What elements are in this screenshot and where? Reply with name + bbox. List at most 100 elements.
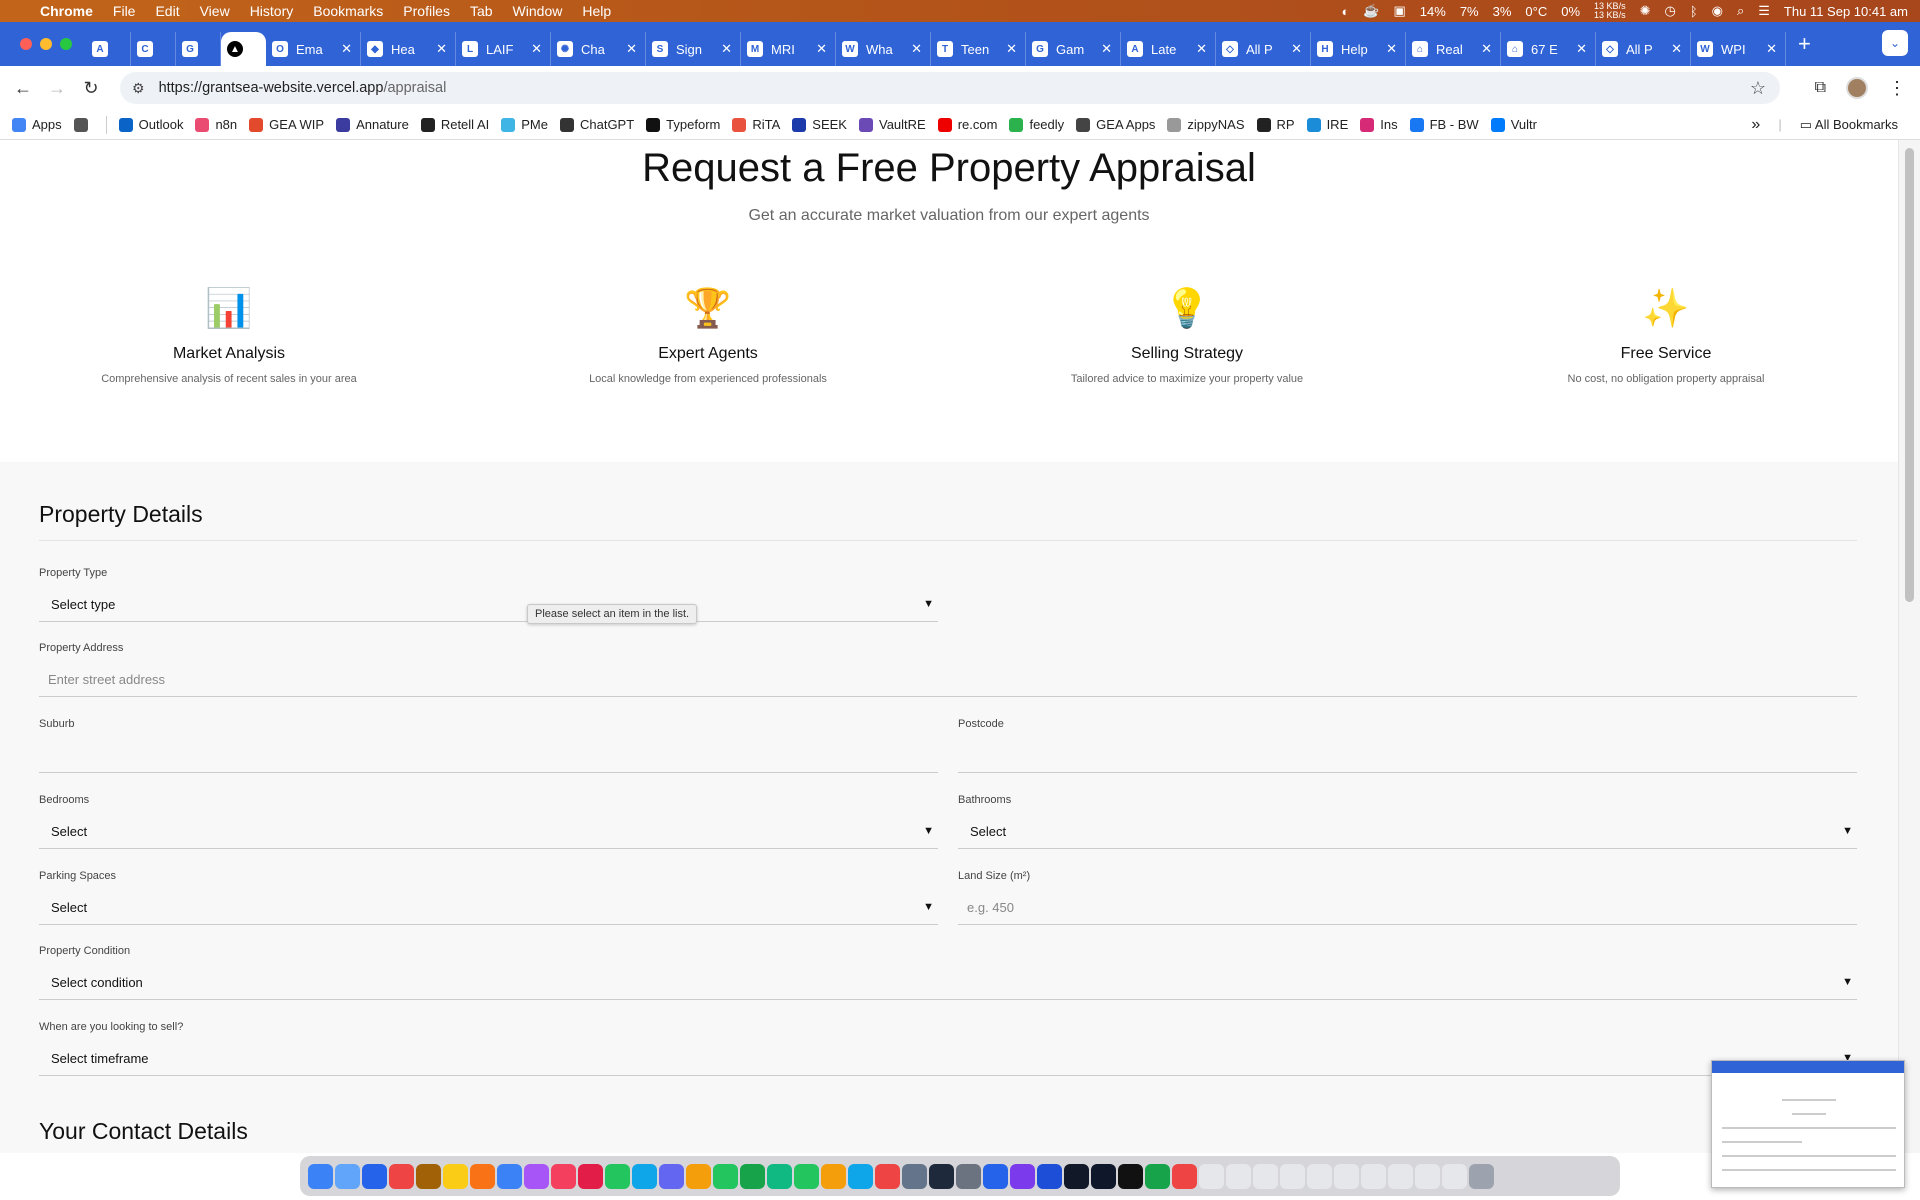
bookmark-item[interactable]: SEEK — [792, 117, 847, 132]
browser-tab[interactable]: S Sign ✕ — [646, 32, 741, 66]
parking-select[interactable]: Select ▼ — [39, 891, 938, 925]
bookmark-item[interactable]: ChatGPT — [559, 117, 634, 132]
extensions-icon[interactable]: ⧉ — [1815, 79, 1826, 97]
dock-app-icon[interactable] — [1118, 1163, 1143, 1189]
dock-app-icon[interactable] — [929, 1163, 954, 1189]
bookmark-item[interactable]: zippyNAS — [1167, 117, 1245, 132]
bookmark-item[interactable]: VaultRE — [858, 117, 926, 132]
disk-readout[interactable]: 3% — [1493, 4, 1512, 19]
reload-icon[interactable]: ↻ — [74, 78, 108, 99]
zoom-window-button[interactable] — [60, 38, 72, 50]
dock-app-icon[interactable] — [821, 1163, 846, 1189]
browser-tab[interactable]: G — [176, 32, 221, 66]
cpu-readout[interactable]: 14% — [1420, 4, 1446, 19]
screenshot-thumbnail[interactable] — [1711, 1060, 1905, 1188]
spotlight-icon[interactable]: ⌕ — [1737, 3, 1744, 19]
site-info-icon[interactable]: ⚙ — [132, 80, 145, 97]
tab-close-icon[interactable]: ✕ — [816, 41, 827, 57]
browser-tab[interactable]: H Help ✕ — [1311, 32, 1406, 66]
browser-tab[interactable]: W Wha ✕ — [836, 32, 931, 66]
tab-close-icon[interactable]: ✕ — [1006, 41, 1017, 57]
tab-close-icon[interactable]: ✕ — [436, 41, 447, 57]
dock-app-icon[interactable] — [1172, 1163, 1197, 1189]
menu-file[interactable]: File — [113, 3, 136, 19]
dock-app-icon[interactable] — [1199, 1163, 1224, 1189]
scrollbar-thumb[interactable] — [1905, 148, 1914, 602]
menu-history[interactable]: History — [250, 3, 294, 19]
tab-close-icon[interactable]: ✕ — [1196, 41, 1207, 57]
new-tab-button[interactable]: + — [1798, 31, 1811, 57]
dock-app-icon[interactable] — [875, 1163, 900, 1189]
dock-app-icon[interactable] — [605, 1163, 630, 1189]
status-icon[interactable]: ▣ — [1394, 3, 1406, 19]
tab-close-icon[interactable]: ✕ — [1671, 41, 1682, 57]
dock-app-icon[interactable] — [497, 1163, 522, 1189]
dock-app-icon[interactable] — [740, 1163, 765, 1189]
minimize-window-button[interactable] — [40, 38, 52, 50]
dock-app-icon[interactable] — [1226, 1163, 1251, 1189]
dock-app-icon[interactable] — [524, 1163, 549, 1189]
tab-close-icon[interactable]: ✕ — [341, 41, 352, 57]
menu-tab[interactable]: Tab — [470, 3, 493, 19]
menu-view[interactable]: View — [200, 3, 230, 19]
status-icon[interactable]: ◐ — [1341, 4, 1349, 19]
browser-tab[interactable]: ⌂ Real ✕ — [1406, 32, 1501, 66]
browser-tab[interactable]: A — [86, 32, 131, 66]
dock-app-icon[interactable] — [1280, 1163, 1305, 1189]
bookmark-item[interactable]: feedly — [1009, 117, 1064, 132]
temp-readout[interactable]: 0°C — [1525, 4, 1547, 19]
bookmark-item[interactable]: Typeform — [646, 117, 720, 132]
menu-profiles[interactable]: Profiles — [403, 3, 450, 19]
browser-tab[interactable]: T Teen ✕ — [931, 32, 1026, 66]
bookmark-item[interactable]: Annature — [336, 117, 409, 132]
close-window-button[interactable] — [20, 38, 32, 50]
menu-app-name[interactable]: Chrome — [40, 3, 93, 19]
dock-app-icon[interactable] — [1334, 1163, 1359, 1189]
control-center-icon[interactable]: ☰ — [1758, 3, 1770, 19]
bookmark-item[interactable]: Retell AI — [420, 117, 489, 132]
dock-app-icon[interactable] — [1469, 1163, 1494, 1189]
bookmark-item[interactable]: FB - BW — [1409, 117, 1479, 132]
dock-app-icon[interactable] — [362, 1163, 387, 1189]
tab-close-icon[interactable]: ✕ — [1481, 41, 1492, 57]
dock-app-icon[interactable] — [389, 1163, 414, 1189]
address-bar[interactable]: ⚙ https://grantsea-website.vercel.app/ap… — [120, 72, 1780, 104]
property-address-input[interactable]: Enter street address — [39, 663, 1857, 697]
dock-app-icon[interactable] — [848, 1163, 873, 1189]
back-arrow-icon[interactable]: ← — [6, 78, 40, 99]
menu-edit[interactable]: Edit — [155, 3, 179, 19]
url-text[interactable]: https://grantsea-website.vercel.app/appr… — [159, 80, 447, 96]
browser-tab[interactable]: ✺ Cha ✕ — [551, 32, 646, 66]
bookmark-item[interactable]: Outlook — [118, 117, 183, 132]
bookmark-item[interactable]: re.com — [937, 117, 997, 132]
bookmark-item[interactable]: RiTA — [732, 117, 780, 132]
dock-app-icon[interactable] — [794, 1163, 819, 1189]
postcode-input[interactable] — [958, 739, 1857, 773]
dock-app-icon[interactable] — [1145, 1163, 1170, 1189]
network-readout[interactable]: 13 KB/s 13 KB/s — [1594, 2, 1626, 20]
browser-tab[interactable]: O Ema ✕ — [266, 32, 361, 66]
dock-app-icon[interactable] — [1307, 1163, 1332, 1189]
bookmark-item[interactable]: Vultr — [1490, 117, 1537, 132]
gpu-readout[interactable]: 0% — [1561, 4, 1580, 19]
bluetooth-icon[interactable]: ᛒ — [1690, 4, 1698, 19]
dock-app-icon[interactable] — [308, 1163, 333, 1189]
property-type-select[interactable]: Select type ▼ — [39, 588, 938, 622]
browser-tab[interactable]: A Late ✕ — [1121, 32, 1216, 66]
browser-tab[interactable]: C — [131, 32, 176, 66]
user-icon[interactable]: ◉ — [1712, 3, 1723, 19]
dock-app-icon[interactable] — [686, 1163, 711, 1189]
bookmark-star-icon[interactable]: ☆ — [1750, 78, 1766, 99]
browser-tab[interactable]: ◆ Hea ✕ — [361, 32, 456, 66]
dock-app-icon[interactable] — [1388, 1163, 1413, 1189]
bookmark-item[interactable]: Apps — [12, 117, 62, 132]
dock-app-icon[interactable] — [659, 1163, 684, 1189]
browser-tab[interactable]: M MRI ✕ — [741, 32, 836, 66]
condition-select[interactable]: Select condition ▼ — [39, 966, 1857, 1000]
dock-app-icon[interactable] — [1064, 1163, 1089, 1189]
dock-app-icon[interactable] — [767, 1163, 792, 1189]
tab-close-icon[interactable]: ✕ — [1766, 41, 1777, 57]
bookmark-item[interactable]: GEA WIP — [249, 117, 324, 132]
dock-app-icon[interactable] — [983, 1163, 1008, 1189]
suburb-input[interactable] — [39, 739, 938, 773]
